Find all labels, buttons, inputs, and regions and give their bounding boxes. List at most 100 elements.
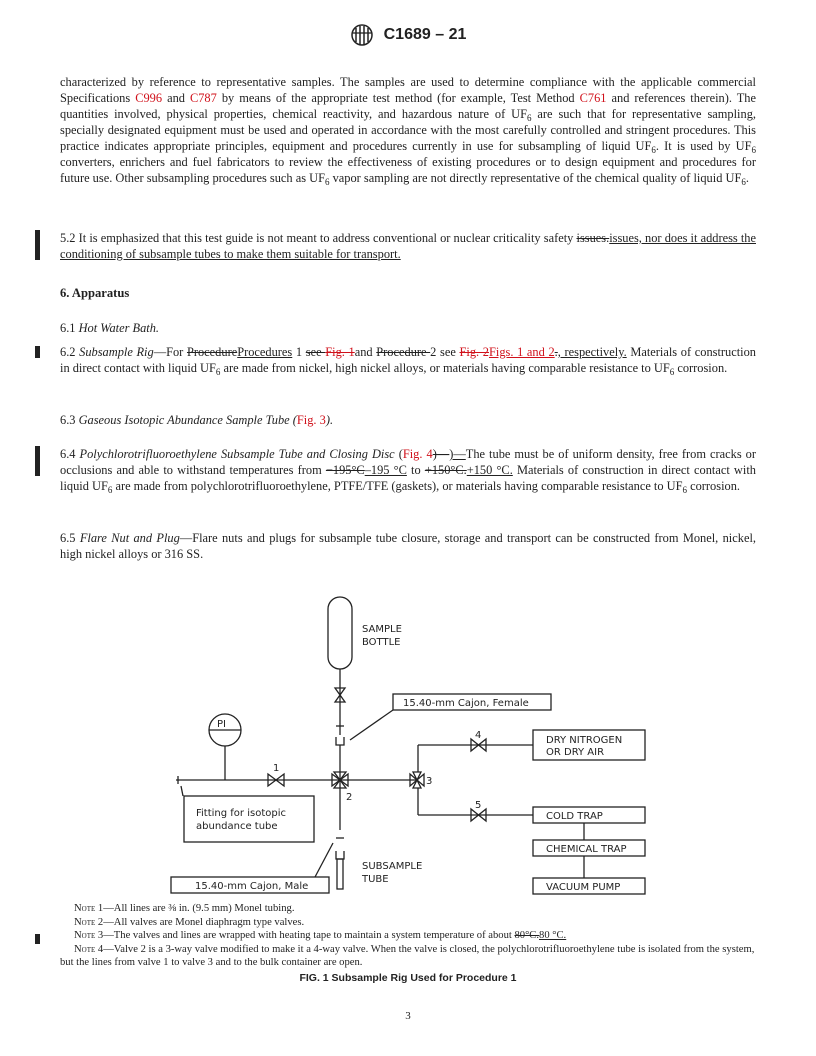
inserted-text: )— [449, 447, 466, 461]
change-bar [35, 346, 40, 358]
note-word: Note [74, 916, 96, 928]
note-2: Note 2—All valves are Monel diaphragm ty… [60, 916, 756, 930]
valve-4-label: 4 [475, 730, 481, 741]
pi-label: PI [217, 719, 226, 730]
section-6-4: 6.4 Polychlorotrifluoroethylene Subsampl… [60, 446, 756, 495]
subsample-tube-shape [336, 858, 344, 890]
text: to [406, 463, 425, 477]
deleted-text: issues. [576, 231, 610, 245]
note-word: Note [74, 943, 96, 955]
number: 6.4 [60, 447, 80, 461]
deleted-text: Procedure [376, 345, 431, 359]
section-6-5: 6.5 Flare Nut and Plug—Flare nuts and pl… [60, 530, 756, 562]
figure-caption: FIG. 1 Subsample Rig Used for Procedure … [299, 972, 517, 984]
deleted-text: see [305, 345, 326, 359]
note-word: Note [74, 903, 96, 914]
number: 6.1 [60, 321, 79, 335]
fitting-box [183, 795, 315, 843]
section-6-2: 6.2 Subsample Rig—For ProcedureProcedure… [60, 344, 756, 377]
text: . [745, 171, 749, 185]
female-cajon-label: 15.40-mm Cajon, Female [403, 698, 529, 709]
inserted-text: , respectively. [557, 345, 627, 359]
change-bar [35, 446, 40, 476]
title: Hot Water Bath. [78, 321, 160, 335]
deleted-text: )— [432, 447, 450, 461]
text: 2 see [430, 345, 460, 359]
valve-2-label: 2 [346, 792, 352, 803]
number: 6.5 [60, 531, 80, 545]
text: corrosion. [674, 361, 728, 375]
deleted-text: −195°C [325, 463, 365, 477]
subsample-tube-label-2: TUBE [361, 874, 389, 885]
title: Polychlorotrifluoroethylene Subsample Tu… [79, 447, 395, 461]
sample-bottle-label-2: BOTTLE [362, 637, 401, 648]
inserted-text: –195 °C [364, 463, 407, 477]
deleted-text: Procedure [186, 345, 238, 359]
astm-logo-icon [350, 24, 373, 46]
nitrogen-label-2: OR DRY AIR [546, 747, 604, 758]
intro-paragraph: characterized by reference to representa… [60, 74, 757, 187]
number: 6.3 [60, 413, 79, 427]
change-bar [35, 230, 40, 260]
link-figs-1-2[interactable]: Figs. 1 and 2 [489, 345, 555, 359]
subscript: 6 [751, 145, 757, 155]
deleted-text: 80°C. [514, 930, 540, 941]
inserted-text: 80 °C. [539, 930, 567, 941]
sample-bottle-label-1: SAMPLE [362, 624, 402, 635]
inserted-text: +150 °C. [466, 463, 513, 477]
text: and [354, 345, 377, 359]
text: ). [325, 413, 334, 427]
link-fig-4[interactable]: Fig. 4 [403, 447, 433, 461]
text: and [162, 91, 190, 105]
deleted-link[interactable]: Fig. 2 [460, 345, 489, 359]
title: Subsample Rig [79, 345, 154, 359]
text: 5.2 It is emphasized that this test guid… [60, 231, 577, 245]
number: 6.2 [60, 345, 80, 359]
text: by means of the appropriate test method … [216, 91, 580, 105]
section-heading-apparatus: 6. Apparatus [60, 286, 130, 300]
text: 4—Valve 2 is a 3-way valve modified to m… [60, 943, 755, 969]
sample-bottle-shape [327, 596, 353, 670]
male-cajon-label: 15.40-mm Cajon, Male [195, 881, 308, 892]
text: ( [394, 447, 403, 461]
section-6-3: 6.3 Gaseous Isotopic Abundance Sample Tu… [60, 412, 756, 428]
section-5-2: 5.2 It is emphasized that this test guid… [60, 230, 756, 262]
text: 1 [292, 345, 306, 359]
change-bar [35, 934, 40, 944]
chemical-trap-label: CHEMICAL TRAP [546, 844, 627, 855]
title: Flare Nut and Plug [79, 531, 180, 545]
title: Gaseous Isotopic Abundance Sample Tube ( [78, 413, 297, 427]
subsample-tube-label-1: SUBSAMPLE [362, 861, 422, 872]
note-3: Note 3—The valves and lines are wrapped … [60, 929, 756, 943]
link-c787[interactable]: C787 [190, 91, 217, 105]
vacuum-pump-label: VACUUM PUMP [546, 882, 620, 893]
deleted-link[interactable]: Fig. 1 [325, 345, 354, 359]
document-id: C1689 – 21 [383, 26, 467, 43]
cold-trap-label: COLD TRAP [546, 811, 603, 822]
inserted-text: Procedures [237, 345, 293, 359]
note-word: Note [74, 930, 96, 941]
page-header: C1689 – 21 [0, 24, 816, 46]
note-4: Note 4—Valve 2 is a 3-way valve modified… [60, 943, 756, 970]
figure-notes: Note 1—All lines are ⅜ in. (9.5 mm) Mone… [60, 902, 756, 970]
fitting-label-2: abundance tube [196, 821, 278, 832]
valve-5-label: 5 [475, 800, 481, 811]
link-c761[interactable]: C761 [580, 91, 607, 105]
text: —For [153, 345, 187, 359]
valve-1-label: 1 [273, 763, 279, 774]
link-fig-3[interactable]: Fig. 3 [297, 413, 326, 427]
text: 3—The valves and lines are wrapped with … [95, 930, 515, 941]
link-c996[interactable]: C996 [135, 91, 162, 105]
nitrogen-label-1: DRY NITROGEN [546, 735, 622, 746]
text: 2—All valves are Monel diaphragm type va… [95, 916, 305, 928]
text: are made from polychlorotrifluoroethylen… [112, 479, 683, 493]
text: . It is used by UF [655, 139, 752, 153]
text: vapor sampling are not directly represen… [329, 171, 742, 185]
subsample-rig-diagram: SAMPLE BOTTLE 15.40-mm Cajon, Female PI … [170, 596, 646, 895]
note-1: Note 1—All lines are ⅜ in. (9.5 mm) Mone… [60, 902, 756, 916]
deleted-text: +150°C. [424, 463, 467, 477]
section-6-1: 6.1 Hot Water Bath. [60, 320, 756, 336]
text: 1—All lines are ⅜ in. (9.5 mm) Monel tub… [95, 903, 295, 914]
text: corrosion. [687, 479, 741, 493]
page-number: 3 [405, 1010, 411, 1022]
